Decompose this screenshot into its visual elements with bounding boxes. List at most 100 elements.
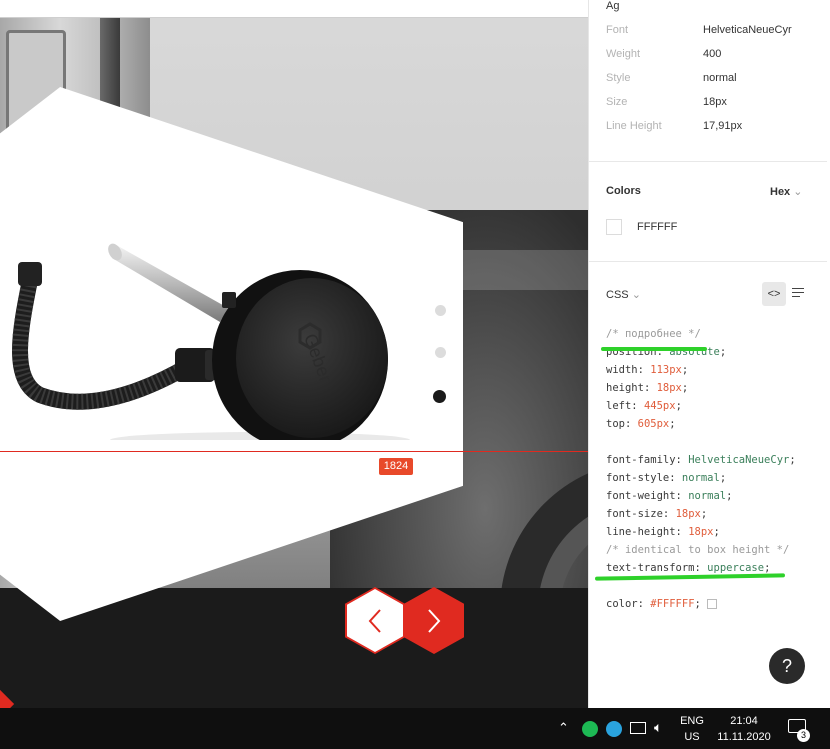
color-format-select[interactable]: Hex ⌄ — [770, 185, 802, 198]
chevron-left-icon — [368, 608, 381, 633]
css-comment: /* подробнее */ — [606, 328, 701, 340]
css-property: font-size — [606, 508, 663, 520]
css-semicolon: ; — [681, 364, 689, 376]
css-colon: : — [675, 454, 689, 466]
language-top: ENG — [680, 715, 704, 727]
telegram-icon[interactable] — [606, 721, 622, 737]
line-height-value[interactable]: 17,91px — [703, 120, 742, 132]
css-value: HelveticaNeueCyr — [688, 454, 790, 466]
chevron-up-icon[interactable]: ⌃ — [558, 720, 569, 736]
css-property: font-style — [606, 472, 670, 484]
css-colon: : — [643, 382, 657, 394]
list-view-icon[interactable] — [792, 288, 804, 297]
clock[interactable]: 21:04 11.11.2020 — [712, 713, 776, 745]
css-value: normal — [681, 472, 720, 484]
css-property-line: text-transform: uppercase; — [606, 562, 770, 574]
css-value: 18px — [656, 382, 682, 394]
css-property: top — [606, 418, 625, 430]
size-row: Size 18px — [606, 96, 727, 108]
css-value: 605px — [637, 418, 670, 430]
style-value[interactable]: normal — [703, 72, 737, 84]
font-row: Font HelveticaNeueCyr — [606, 24, 792, 36]
css-property: font-weight — [606, 490, 676, 502]
css-title: CSS — [606, 289, 629, 301]
css-colon: : — [631, 400, 644, 412]
css-property: left — [606, 400, 632, 412]
volume-icon[interactable]: 🔈︎ — [654, 719, 662, 736]
divider — [589, 161, 827, 162]
css-colon: : — [675, 490, 689, 502]
network-icon[interactable] — [630, 722, 646, 734]
language-switcher[interactable]: ENG US — [675, 713, 709, 745]
css-value: uppercase — [707, 562, 765, 574]
css-value: 18px — [688, 526, 714, 538]
line-height-row: Line Height 17,91px — [606, 120, 742, 132]
highlight-underline — [594, 573, 786, 581]
chevron-right-icon — [428, 608, 441, 633]
year-badge: 1824 — [379, 458, 413, 475]
carousel-dot-1[interactable] — [435, 305, 446, 316]
font-label: Font — [606, 24, 629, 36]
css-semicolon: ; — [681, 382, 689, 394]
size-label: Size — [606, 96, 628, 108]
css-semicolon: ; — [700, 508, 708, 520]
style-row: Style normal — [606, 72, 737, 84]
chevron-down-icon: ⌄ — [631, 289, 641, 301]
typography-sample: Ag — [606, 0, 620, 12]
css-value: normal — [688, 490, 727, 502]
css-property-line: color: #FFFFFF; — [606, 598, 717, 610]
clock-date: 11.11.2020 — [717, 731, 771, 743]
weight-value[interactable]: 400 — [703, 48, 721, 60]
css-property-line: height: 18px; — [606, 382, 688, 394]
colors-title: Colors — [606, 185, 641, 197]
spotify-icon[interactable] — [582, 721, 598, 737]
css-property-line: left: 445px; — [606, 400, 682, 412]
css-property-line: font-weight: normal; — [606, 490, 732, 502]
font-value[interactable]: HelveticaNeueCyr — [703, 24, 792, 36]
css-property: width — [606, 364, 638, 376]
css-comment-line: /* identical to box height */ — [606, 544, 789, 556]
inspector-panel: Ag Font HelveticaNeueCyr Weight 400 Styl… — [588, 0, 830, 708]
divider — [589, 261, 827, 262]
css-semicolon: ; — [694, 598, 701, 610]
chevron-down-icon: ⌄ — [793, 186, 803, 198]
notifications-count: 3 — [797, 729, 810, 742]
css-semicolon: ; — [726, 490, 733, 502]
css-colon: : — [624, 418, 638, 430]
css-property-line: font-size: 18px; — [606, 508, 707, 520]
clock-time: 21:04 — [730, 715, 758, 727]
css-language-select[interactable]: CSS ⌄ — [606, 288, 641, 301]
carousel-dot-2[interactable] — [435, 347, 446, 358]
css-property: text-transform — [606, 562, 695, 574]
css-property-line: top: 605px; — [606, 418, 676, 430]
css-property-line: width: 113px; — [606, 364, 688, 376]
product-image: Geber — [12, 243, 410, 440]
color-swatch[interactable] — [606, 219, 622, 235]
color-value[interactable]: FFFFFF — [637, 221, 677, 233]
line-height-label: Line Height — [606, 120, 662, 132]
css-value: 18px — [675, 508, 701, 520]
css-colon: : — [637, 364, 651, 376]
css-semicolon: ; — [713, 526, 720, 538]
css-semicolon: ; — [789, 454, 796, 466]
code-view-icon[interactable]: <> — [762, 282, 786, 306]
css-comment: /* identical to box height */ — [606, 544, 790, 556]
css-property-line: font-style: normal; — [606, 472, 726, 484]
css-property: font-family — [606, 454, 676, 466]
windows-taskbar: ⌃ 🔈︎ ENG US 21:04 11.11.2020 3 — [0, 708, 830, 749]
css-colon: : — [662, 508, 676, 520]
css-value: #FFFFFF — [650, 598, 695, 610]
css-colon: : — [675, 526, 689, 538]
weight-label: Weight — [606, 48, 641, 60]
css-semicolon: ; — [764, 562, 771, 574]
css-comment-line: /* подробнее */ — [606, 328, 701, 340]
css-semicolon: ; — [719, 346, 727, 358]
css-value: 445px — [643, 400, 676, 412]
css-semicolon: ; — [719, 472, 727, 484]
size-value[interactable]: 18px — [703, 96, 727, 108]
css-semicolon: ; — [669, 418, 676, 430]
css-colon: : — [694, 562, 708, 574]
carousel-dot-3-active[interactable] — [433, 390, 446, 403]
inline-color-swatch[interactable] — [706, 599, 717, 609]
help-button[interactable]: ? — [769, 648, 805, 684]
